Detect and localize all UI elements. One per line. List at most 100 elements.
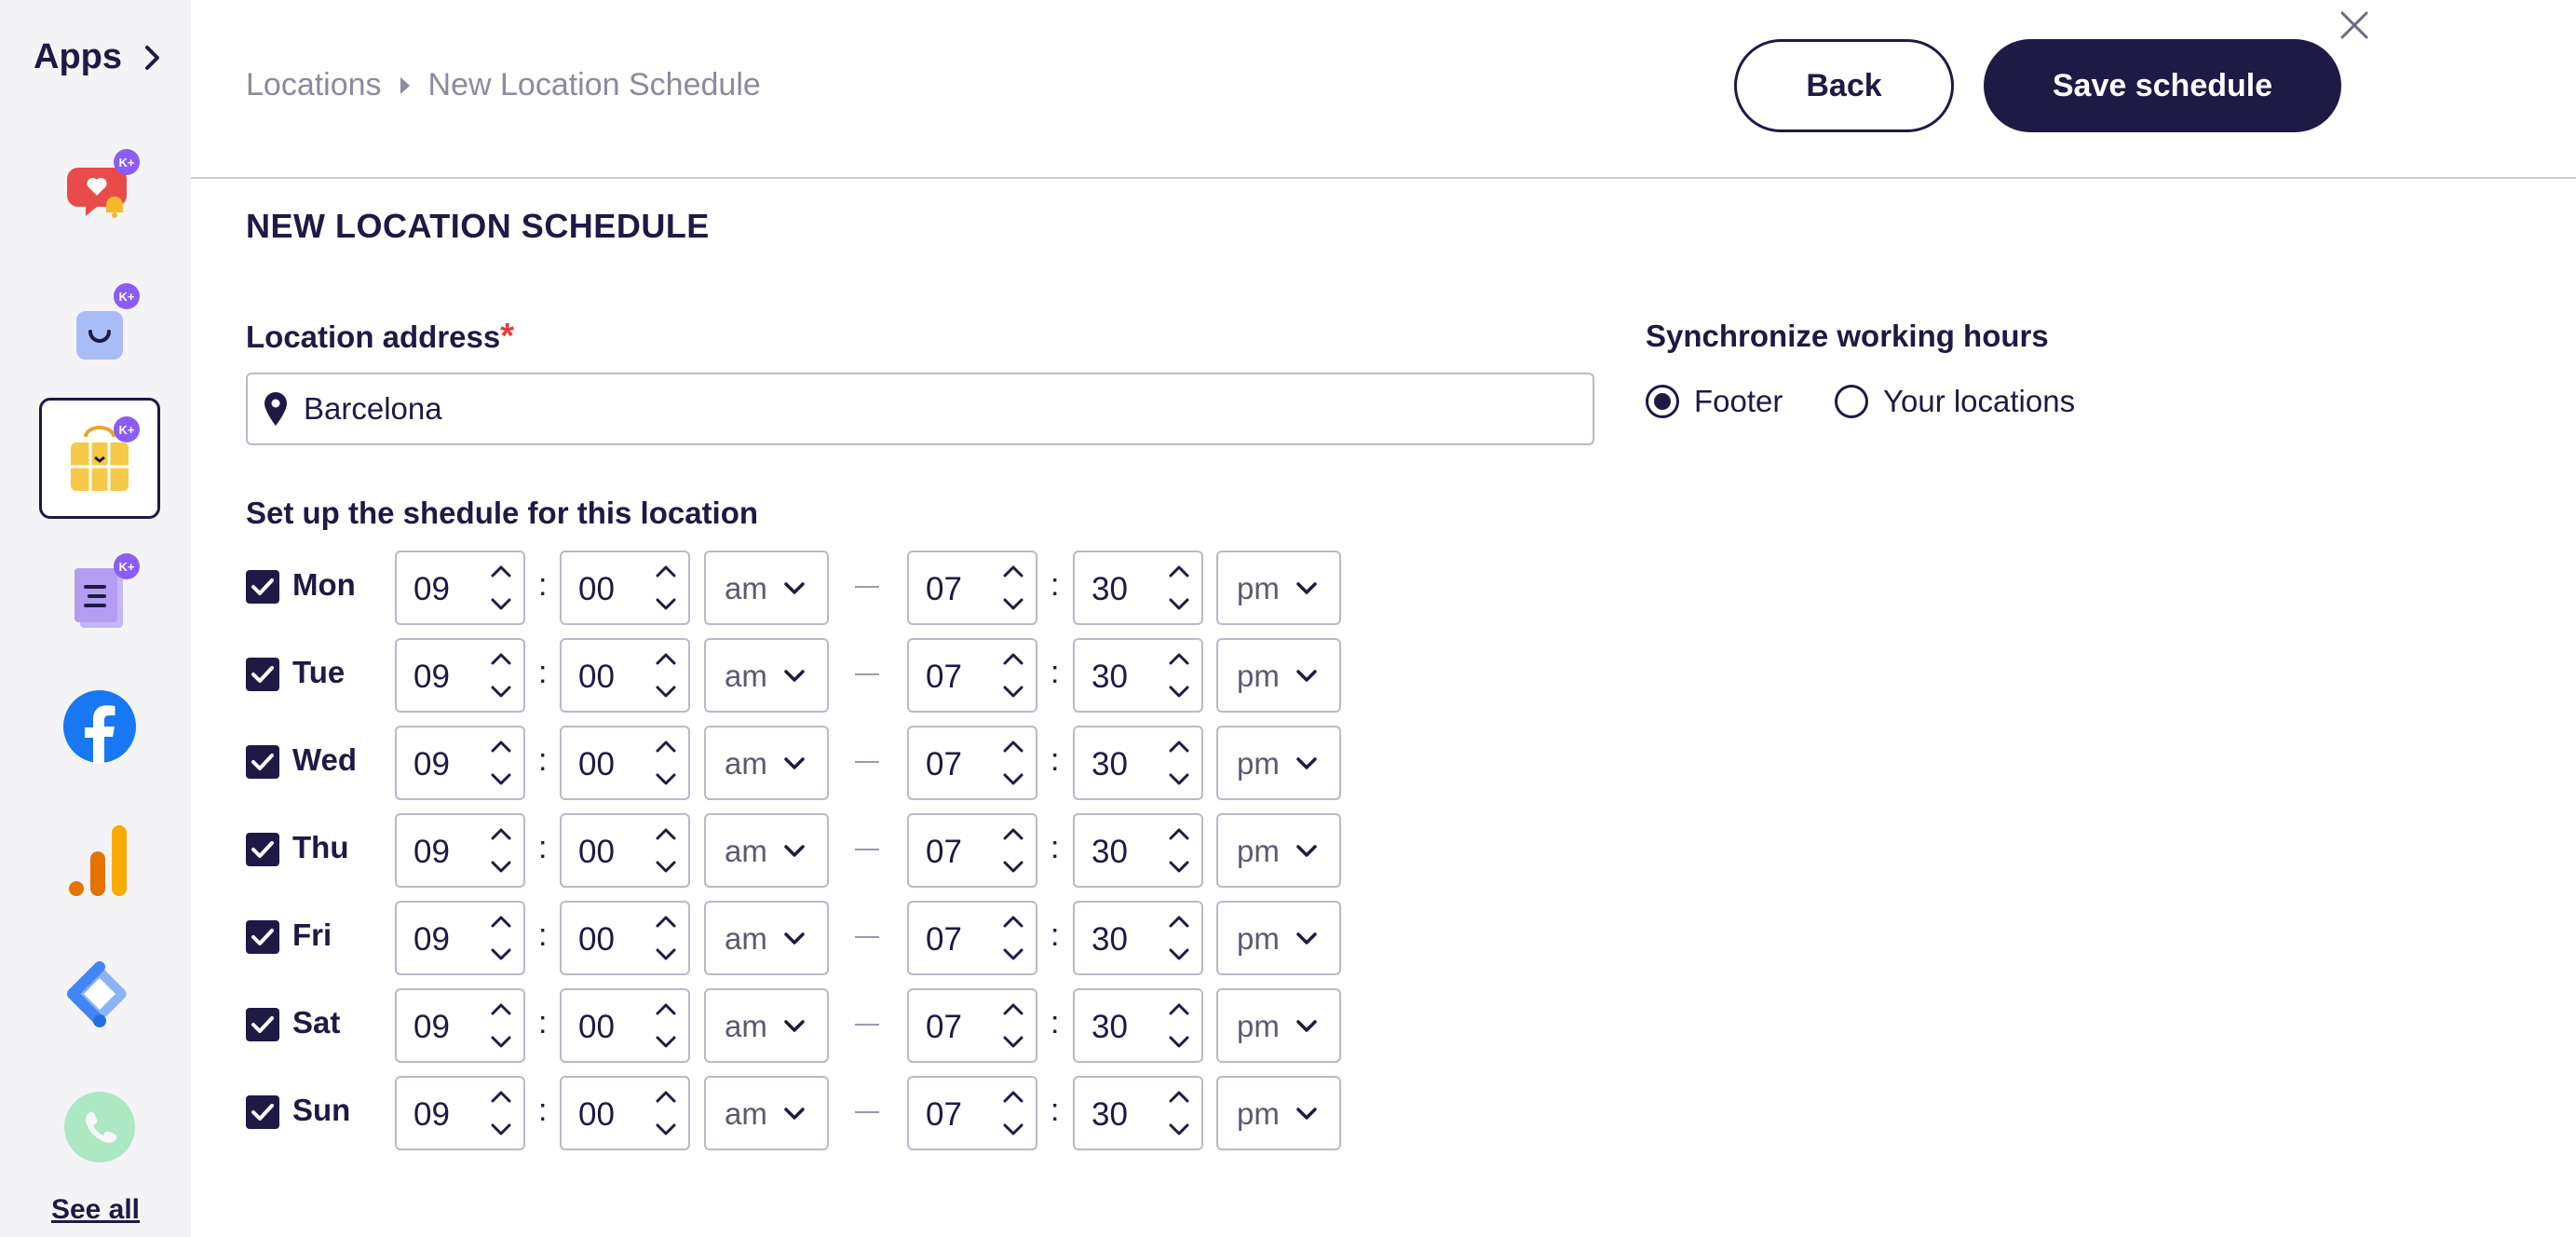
stepper-down-icon[interactable] [1166,593,1192,616]
day-checkbox[interactable] [246,1008,279,1041]
end-minute-stepper[interactable]: 30 [1073,988,1203,1063]
start-hour-stepper[interactable]: 09 [395,638,525,713]
stepper-up-icon[interactable] [1000,735,1026,757]
end-period-select[interactable]: pm [1216,988,1341,1063]
stepper-down-icon[interactable] [653,593,679,616]
stepper-down-icon[interactable] [488,1031,514,1053]
app-tile-analytics[interactable] [39,799,160,920]
start-hour-stepper[interactable]: 09 [395,901,525,975]
stepper-up-icon[interactable] [653,998,679,1020]
stepper-down-icon[interactable] [653,944,679,966]
stepper-up-icon[interactable] [1166,1085,1192,1108]
stepper-down-icon[interactable] [1166,681,1192,703]
stepper-down-icon[interactable] [1000,944,1026,966]
stepper-up-icon[interactable] [653,822,679,845]
stepper-down-icon[interactable] [1166,768,1192,791]
stepper-up-icon[interactable] [1000,998,1026,1020]
close-icon[interactable] [2339,9,2370,41]
app-tile-notification[interactable]: K+ [39,130,160,251]
save-schedule-button[interactable]: Save schedule [1984,39,2341,132]
stepper-down-icon[interactable] [1166,1031,1192,1053]
stepper-up-icon[interactable] [653,735,679,757]
breadcrumb-locations[interactable]: Locations [246,67,382,103]
location-address-input[interactable] [304,391,1514,427]
radio-footer[interactable]: Footer [1646,384,1783,419]
start-hour-stepper[interactable]: 09 [395,726,525,800]
end-minute-stepper[interactable]: 30 [1073,551,1203,625]
day-checkbox[interactable] [246,833,279,866]
start-period-select[interactable]: am [704,901,829,975]
end-period-select[interactable]: pm [1216,813,1341,888]
stepper-down-icon[interactable] [1166,944,1192,966]
end-hour-stepper[interactable]: 07 [907,901,1037,975]
app-tile-shop[interactable]: K+ [39,265,160,386]
stepper-down-icon[interactable] [488,681,514,703]
stepper-up-icon[interactable] [653,647,679,670]
end-period-select[interactable]: pm [1216,638,1341,713]
apps-header[interactable]: Apps [34,37,163,77]
start-period-select[interactable]: am [704,813,829,888]
stepper-down-icon[interactable] [653,1031,679,1053]
stepper-up-icon[interactable] [1000,647,1026,670]
day-checkbox[interactable] [246,1095,279,1129]
start-hour-stepper[interactable]: 09 [395,1076,525,1150]
stepper-down-icon[interactable] [653,681,679,703]
start-minute-stepper[interactable]: 00 [560,813,690,888]
start-period-select[interactable]: am [704,988,829,1063]
stepper-up-icon[interactable] [1166,998,1192,1020]
start-minute-stepper[interactable]: 00 [560,901,690,975]
start-period-select[interactable]: am [704,551,829,625]
see-all-link[interactable]: See all [0,1194,191,1226]
stepper-up-icon[interactable] [1000,910,1026,932]
day-checkbox[interactable] [246,920,279,954]
end-hour-stepper[interactable]: 07 [907,988,1037,1063]
start-minute-stepper[interactable]: 00 [560,726,690,800]
stepper-up-icon[interactable] [1000,822,1026,845]
radio-your-locations[interactable]: Your locations [1835,384,2075,419]
end-period-select[interactable]: pm [1216,551,1341,625]
app-tile-schedule[interactable]: K+ [39,398,160,519]
stepper-down-icon[interactable] [488,944,514,966]
stepper-down-icon[interactable] [653,856,679,878]
stepper-down-icon[interactable] [488,768,514,791]
end-minute-stepper[interactable]: 30 [1073,901,1203,975]
stepper-up-icon[interactable] [653,910,679,932]
end-hour-stepper[interactable]: 07 [907,638,1037,713]
end-hour-stepper[interactable]: 07 [907,551,1037,625]
location-address-field[interactable] [246,373,1594,445]
stepper-down-icon[interactable] [1000,593,1026,616]
start-period-select[interactable]: am [704,1076,829,1150]
start-minute-stepper[interactable]: 00 [560,551,690,625]
stepper-down-icon[interactable] [1000,768,1026,791]
stepper-up-icon[interactable] [1000,1085,1026,1108]
end-hour-stepper[interactable]: 07 [907,813,1037,888]
start-minute-stepper[interactable]: 00 [560,988,690,1063]
start-minute-stepper[interactable]: 00 [560,1076,690,1150]
radio-your-locations-circle[interactable] [1835,385,1868,418]
app-tile-facebook[interactable] [39,666,160,787]
stepper-up-icon[interactable] [1166,735,1192,757]
stepper-up-icon[interactable] [1166,910,1192,932]
stepper-up-icon[interactable] [488,910,514,932]
start-minute-stepper[interactable]: 00 [560,638,690,713]
day-checkbox[interactable] [246,745,279,779]
stepper-up-icon[interactable] [488,560,514,582]
stepper-up-icon[interactable] [653,560,679,582]
start-hour-stepper[interactable]: 09 [395,551,525,625]
end-period-select[interactable]: pm [1216,726,1341,800]
app-tile-whatsapp[interactable] [39,1067,160,1188]
stepper-down-icon[interactable] [488,1119,514,1141]
stepper-up-icon[interactable] [488,647,514,670]
radio-footer-circle[interactable] [1646,385,1679,418]
stepper-up-icon[interactable] [488,822,514,845]
stepper-up-icon[interactable] [1166,822,1192,845]
end-hour-stepper[interactable]: 07 [907,726,1037,800]
start-hour-stepper[interactable]: 09 [395,988,525,1063]
stepper-down-icon[interactable] [1166,856,1192,878]
stepper-down-icon[interactable] [1000,1031,1026,1053]
stepper-up-icon[interactable] [488,998,514,1020]
day-checkbox[interactable] [246,658,279,691]
back-button[interactable]: Back [1734,39,1954,132]
app-tile-forms[interactable]: K+ [39,535,160,656]
stepper-up-icon[interactable] [488,735,514,757]
